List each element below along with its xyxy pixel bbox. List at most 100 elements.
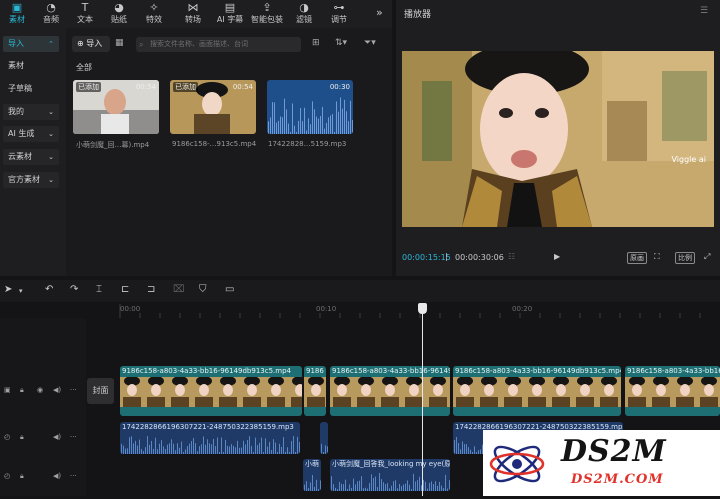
audio-clip-name: 17422828661963072​21-248750322385159.mp3 bbox=[122, 423, 294, 431]
video-clip[interactable]: 9186c158-a803-4a33-bb16-96149db913c5.mp4 bbox=[330, 366, 450, 416]
toolbar-item-8[interactable]: ◑ 滤镜 bbox=[287, 1, 321, 27]
sidebar-item-label: 素材 bbox=[8, 61, 24, 70]
chevron-down-icon[interactable]: ▾ bbox=[19, 287, 23, 295]
quality-button[interactable]: 原画 bbox=[627, 252, 647, 264]
caption-icon[interactable]: ▭ bbox=[225, 284, 234, 295]
media-card-name-1: 小萌剑魔_回…幕).mp4 bbox=[76, 141, 150, 149]
toolbar-item-label: 智能包装 bbox=[251, 15, 283, 24]
search-icon: ⌕ bbox=[139, 40, 144, 49]
sidebar-item-0[interactable]: 导入 ⌃ bbox=[3, 36, 59, 52]
video-clip[interactable]: 9186 bbox=[304, 366, 326, 416]
more-icon[interactable]: ··· bbox=[70, 386, 77, 394]
sidebar-item-2[interactable]: 子草稿 bbox=[3, 81, 59, 97]
volume-icon[interactable]: ◀) bbox=[53, 433, 61, 441]
duration-label: 00:54 bbox=[232, 83, 253, 91]
toolbar-item-2[interactable]: T 文本 bbox=[68, 1, 102, 27]
select-tool-icon[interactable]: ➤ bbox=[4, 284, 12, 295]
volume-icon[interactable]: ◀) bbox=[53, 472, 61, 480]
grid-view-icon[interactable]: ⊞ bbox=[312, 38, 320, 48]
search-input[interactable]: ⌕ 搜索文件名称、画面描述、台词 bbox=[136, 37, 301, 52]
toolbar-item-4[interactable]: ✧ 特效 bbox=[137, 1, 171, 27]
player-title: 播放器 bbox=[404, 10, 432, 20]
ruler-ticks bbox=[119, 304, 701, 318]
track-type-audio-icon: ◴ bbox=[4, 472, 11, 480]
video-preview[interactable]: Viggle ai bbox=[402, 51, 714, 227]
track-type-video-icon: ▣ bbox=[4, 386, 11, 394]
menu-icon[interactable]: ☰ bbox=[700, 6, 708, 16]
import-button-label: 导入 bbox=[86, 39, 103, 48]
playhead-handle[interactable] bbox=[418, 303, 427, 314]
toolbar-item-6[interactable]: ▤ AI 字幕 bbox=[213, 1, 247, 27]
trim-right-icon[interactable]: ⊐ bbox=[147, 284, 155, 295]
video-clip-thumbnails bbox=[304, 377, 326, 407]
toolbar-item-label: 转场 bbox=[185, 15, 201, 24]
trim-left-icon[interactable]: ⊏ bbox=[121, 284, 129, 295]
sidebar-item-6[interactable]: 官方素材 ⌄ bbox=[3, 172, 59, 188]
video-clip[interactable]: 9186c158-a803-4a33-bb16-96149db913c5.mp4 bbox=[625, 366, 720, 416]
delete-icon[interactable]: ⌧ bbox=[173, 284, 185, 295]
lock-icon[interactable]: 🔒︎ bbox=[20, 472, 24, 481]
track-type-audio-icon: ◴ bbox=[4, 433, 11, 441]
effects-icon: ✧ bbox=[149, 1, 159, 14]
video-clip-thumbnails bbox=[453, 377, 621, 407]
more-tools-button[interactable]: » bbox=[376, 6, 383, 19]
more-icon[interactable]: ··· bbox=[70, 472, 77, 480]
sidebar-item-1[interactable]: 素材 bbox=[3, 58, 59, 74]
lock-icon[interactable]: 🔒︎ bbox=[20, 386, 24, 395]
video-clip[interactable]: 9186c158-a803-4a33-bb16-96149db913c5.mp4 bbox=[120, 366, 302, 416]
playhead[interactable] bbox=[422, 303, 423, 496]
timecode-separator: | bbox=[445, 252, 448, 261]
toolbar-item-7[interactable]: ⇪ 智能包装 bbox=[250, 1, 284, 27]
video-clip-name: 9186c158-a803-4a33-bb16-96149db913c5.mp4 bbox=[332, 367, 450, 375]
more-icon[interactable]: ··· bbox=[70, 433, 77, 441]
import-button[interactable]: ⊕ 导入 bbox=[72, 36, 110, 52]
video-clip[interactable]: 9186c158-a803-4a33-bb16-96149db913c5.mp4 bbox=[453, 366, 621, 416]
media-card-audio[interactable]: 00:30 bbox=[267, 80, 353, 134]
lock-icon[interactable]: 🔒︎ bbox=[20, 433, 24, 442]
ruler-label-10: 00:10 bbox=[316, 305, 337, 313]
split-icon[interactable]: ⌶ bbox=[96, 284, 102, 295]
media-card-video-1[interactable]: 已添加 00:54 bbox=[73, 80, 159, 134]
ds2m-logo: DS2M DS2M.COM bbox=[483, 430, 720, 496]
timeline-mode-icon[interactable]: ☷ bbox=[508, 252, 515, 261]
video-clip-thumbnails bbox=[120, 377, 302, 407]
sidebar-item-label: 云素材 bbox=[8, 152, 32, 161]
qr-code-icon[interactable]: ▦ bbox=[115, 38, 124, 48]
fit-screen-icon[interactable]: ⛶ bbox=[654, 252, 660, 262]
adjust-icon: ⊶ bbox=[333, 1, 345, 14]
fullscreen-icon[interactable]: ⤢ bbox=[704, 252, 710, 262]
toolbar-item-5[interactable]: ⋈ 转场 bbox=[176, 1, 210, 27]
redo-icon[interactable]: ↷ bbox=[70, 284, 78, 295]
toolbar-item-3[interactable]: ◕ 贴纸 bbox=[102, 1, 136, 27]
marker-icon[interactable]: ⛉ bbox=[199, 284, 207, 295]
chevron-down-icon: ⌄ bbox=[48, 130, 54, 138]
audio-clip[interactable] bbox=[320, 422, 328, 454]
audio-clip[interactable]: 小萌 bbox=[303, 459, 321, 491]
toolbar-item-label: 素材 bbox=[9, 15, 25, 24]
toolbar-item-0[interactable]: ▣ 素材 bbox=[0, 1, 34, 27]
sidebar-item-5[interactable]: 云素材 ⌄ bbox=[3, 149, 59, 165]
cover-button[interactable]: 封面 bbox=[87, 378, 114, 404]
eye-icon[interactable]: ◉ bbox=[37, 386, 43, 394]
toolbar-item-label: 特效 bbox=[146, 15, 162, 24]
current-timecode: 00:00:15:15 bbox=[402, 253, 451, 262]
filter-icon[interactable]: ⏷▾ bbox=[364, 38, 376, 48]
audio-clip[interactable]: 小萌剑魔_回答我_looking my eye(原版) bbox=[330, 459, 450, 491]
ratio-button[interactable]: 比例 bbox=[675, 252, 695, 264]
smart-package-icon: ⇪ bbox=[262, 1, 272, 14]
watermark-label: Viggle ai bbox=[671, 155, 707, 164]
audio-clip[interactable]: 17422828661963072​21-248750322385159.mp3 bbox=[120, 422, 300, 454]
sidebar-item-4[interactable]: AI 生成 ⌄ bbox=[3, 126, 59, 142]
sort-icon[interactable]: ⇅▾ bbox=[335, 38, 347, 48]
toolbar-item-label: 文本 bbox=[77, 15, 93, 24]
toolbar-item-1[interactable]: ◔ 音频 bbox=[34, 1, 68, 27]
toolbar-item-9[interactable]: ⊶ 调节 bbox=[322, 1, 356, 27]
sidebar-item-3[interactable]: 我的 ⌄ bbox=[3, 104, 59, 120]
undo-icon[interactable]: ↶ bbox=[45, 284, 53, 295]
duration-label: 00:30 bbox=[329, 83, 350, 91]
volume-icon[interactable]: ◀) bbox=[53, 386, 61, 394]
added-badge: 已添加 bbox=[76, 82, 101, 92]
media-card-video-2[interactable]: 已添加 00:54 bbox=[170, 80, 256, 134]
play-icon[interactable]: ▶ bbox=[554, 252, 560, 261]
ruler-label-20: 00:20 bbox=[512, 305, 533, 313]
